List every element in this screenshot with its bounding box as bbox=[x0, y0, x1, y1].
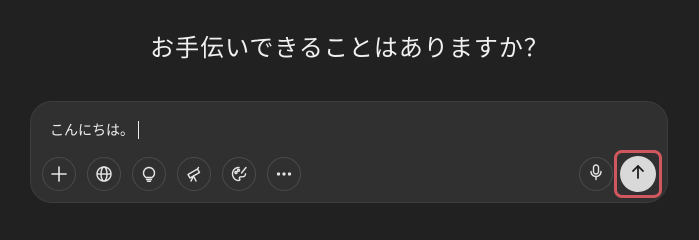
deep-research-button[interactable] bbox=[177, 157, 211, 191]
web-search-button[interactable] bbox=[87, 157, 121, 191]
message-input-text: こんにちは。 bbox=[50, 123, 134, 139]
telescope-icon bbox=[185, 165, 203, 183]
message-input[interactable]: こんにちは。 bbox=[50, 120, 139, 140]
arrow-up-icon bbox=[629, 163, 647, 185]
text-caret bbox=[138, 121, 139, 139]
globe-icon bbox=[95, 165, 113, 183]
palette-icon bbox=[230, 165, 248, 183]
page-title: お手伝いできることはありますか？ bbox=[150, 34, 549, 62]
more-icon bbox=[275, 165, 293, 183]
create-image-button[interactable] bbox=[222, 157, 256, 191]
add-button[interactable] bbox=[42, 157, 76, 191]
voice-input-button[interactable] bbox=[579, 157, 613, 191]
plus-icon bbox=[50, 165, 68, 183]
message-composer: こんにちは。 bbox=[30, 101, 668, 203]
more-button[interactable] bbox=[267, 157, 301, 191]
send-button[interactable] bbox=[620, 156, 656, 192]
microphone-icon bbox=[587, 163, 605, 185]
lightbulb-icon bbox=[140, 165, 158, 183]
send-button-highlight bbox=[614, 150, 662, 198]
reason-button[interactable] bbox=[132, 157, 166, 191]
